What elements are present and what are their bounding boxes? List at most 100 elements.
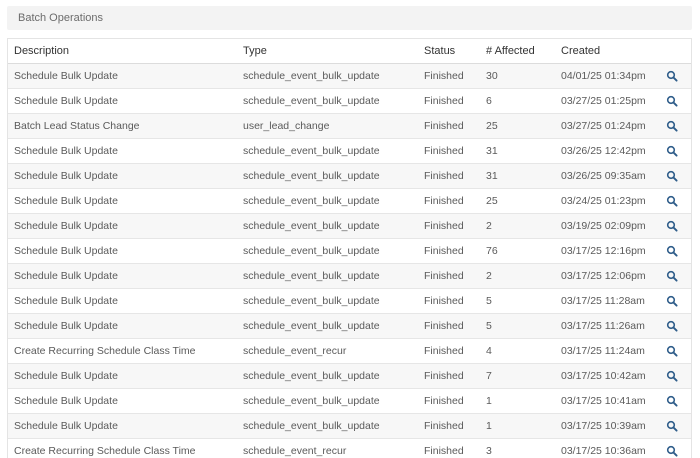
row-type: schedule_event_bulk_update <box>243 88 424 114</box>
row-affected: 2 <box>486 213 561 239</box>
row-type: schedule_event_bulk_update <box>243 263 424 289</box>
table-row: Schedule Bulk Update schedule_event_bulk… <box>8 88 691 114</box>
row-status: Finished <box>424 163 486 189</box>
row-type: schedule_event_recur <box>243 338 424 364</box>
table-row: Schedule Bulk Update schedule_event_bulk… <box>8 163 691 189</box>
row-affected: 3 <box>486 438 561 458</box>
table-row: Schedule Bulk Update schedule_event_bulk… <box>8 63 691 89</box>
row-status: Finished <box>424 138 486 164</box>
search-icon[interactable] <box>666 270 678 282</box>
row-actions <box>666 363 691 389</box>
search-icon[interactable] <box>666 195 678 207</box>
row-status: Finished <box>424 88 486 114</box>
table-row: Batch Lead Status Change user_lead_chang… <box>8 113 691 139</box>
row-created: 03/17/25 10:41am <box>561 388 666 414</box>
search-icon[interactable] <box>666 295 678 307</box>
row-type: schedule_event_bulk_update <box>243 188 424 214</box>
row-created: 03/26/25 09:35am <box>561 163 666 189</box>
row-description: Batch Lead Status Change <box>8 113 243 139</box>
row-type: schedule_event_bulk_update <box>243 213 424 239</box>
row-description: Schedule Bulk Update <box>8 213 243 239</box>
row-created: 03/17/25 11:28am <box>561 288 666 314</box>
row-actions <box>666 188 691 214</box>
row-created: 03/17/25 10:39am <box>561 413 666 439</box>
row-created: 03/17/25 11:24am <box>561 338 666 364</box>
row-created: 04/01/25 01:34pm <box>561 63 666 89</box>
row-status: Finished <box>424 238 486 264</box>
search-icon[interactable] <box>666 445 678 457</box>
search-icon[interactable] <box>666 345 678 357</box>
row-description: Schedule Bulk Update <box>8 163 243 189</box>
row-type: schedule_event_bulk_update <box>243 413 424 439</box>
row-description: Schedule Bulk Update <box>8 188 243 214</box>
table-row: Schedule Bulk Update schedule_event_bulk… <box>8 213 691 239</box>
search-icon[interactable] <box>666 245 678 257</box>
row-description: Schedule Bulk Update <box>8 238 243 264</box>
row-actions <box>666 413 691 439</box>
batch-operations-table: Description Type Status # Affected Creat… <box>7 38 692 458</box>
search-icon[interactable] <box>666 420 678 432</box>
search-icon[interactable] <box>666 370 678 382</box>
row-affected: 31 <box>486 163 561 189</box>
row-description: Create Recurring Schedule Class Time <box>8 438 243 458</box>
column-header-status[interactable]: Status <box>424 39 486 64</box>
table-row: Schedule Bulk Update schedule_event_bulk… <box>8 138 691 164</box>
row-affected: 5 <box>486 313 561 339</box>
row-description: Schedule Bulk Update <box>8 413 243 439</box>
search-icon[interactable] <box>666 170 678 182</box>
row-actions <box>666 113 691 139</box>
row-actions <box>666 263 691 289</box>
row-description: Schedule Bulk Update <box>8 63 243 89</box>
row-actions <box>666 438 691 458</box>
row-affected: 7 <box>486 363 561 389</box>
row-actions <box>666 88 691 114</box>
search-icon[interactable] <box>666 120 678 132</box>
row-type: schedule_event_bulk_update <box>243 238 424 264</box>
row-status: Finished <box>424 63 486 89</box>
row-status: Finished <box>424 188 486 214</box>
row-type: user_lead_change <box>243 113 424 139</box>
search-icon[interactable] <box>666 95 678 107</box>
search-icon[interactable] <box>666 320 678 332</box>
table-row: Create Recurring Schedule Class Time sch… <box>8 438 691 458</box>
row-type: schedule_event_bulk_update <box>243 388 424 414</box>
search-icon[interactable] <box>666 220 678 232</box>
row-created: 03/27/25 01:24pm <box>561 113 666 139</box>
row-type: schedule_event_bulk_update <box>243 313 424 339</box>
row-affected: 4 <box>486 338 561 364</box>
column-header-affected[interactable]: # Affected <box>486 39 561 64</box>
search-icon[interactable] <box>666 70 678 82</box>
column-header-created[interactable]: Created <box>561 39 666 64</box>
row-affected: 5 <box>486 288 561 314</box>
column-header-type[interactable]: Type <box>243 39 424 64</box>
table-row: Schedule Bulk Update schedule_event_bulk… <box>8 388 691 414</box>
table-row: Schedule Bulk Update schedule_event_bulk… <box>8 188 691 214</box>
row-actions <box>666 213 691 239</box>
table-row: Schedule Bulk Update schedule_event_bulk… <box>8 238 691 264</box>
search-icon[interactable] <box>666 395 678 407</box>
row-type: schedule_event_bulk_update <box>243 63 424 89</box>
row-created: 03/17/25 10:42am <box>561 363 666 389</box>
row-affected: 31 <box>486 138 561 164</box>
row-affected: 25 <box>486 188 561 214</box>
row-type: schedule_event_bulk_update <box>243 138 424 164</box>
column-header-description[interactable]: Description <box>8 39 243 64</box>
table-row: Create Recurring Schedule Class Time sch… <box>8 338 691 364</box>
row-status: Finished <box>424 263 486 289</box>
table-header-row: Description Type Status # Affected Creat… <box>8 39 691 64</box>
row-type: schedule_event_recur <box>243 438 424 458</box>
row-type: schedule_event_bulk_update <box>243 363 424 389</box>
row-affected: 1 <box>486 388 561 414</box>
row-status: Finished <box>424 438 486 458</box>
row-actions <box>666 63 691 89</box>
row-actions <box>666 238 691 264</box>
row-actions <box>666 288 691 314</box>
row-status: Finished <box>424 213 486 239</box>
search-icon[interactable] <box>666 145 678 157</box>
row-description: Schedule Bulk Update <box>8 263 243 289</box>
table-row: Schedule Bulk Update schedule_event_bulk… <box>8 413 691 439</box>
row-description: Schedule Bulk Update <box>8 313 243 339</box>
row-actions <box>666 163 691 189</box>
row-status: Finished <box>424 388 486 414</box>
row-created: 03/26/25 12:42pm <box>561 138 666 164</box>
